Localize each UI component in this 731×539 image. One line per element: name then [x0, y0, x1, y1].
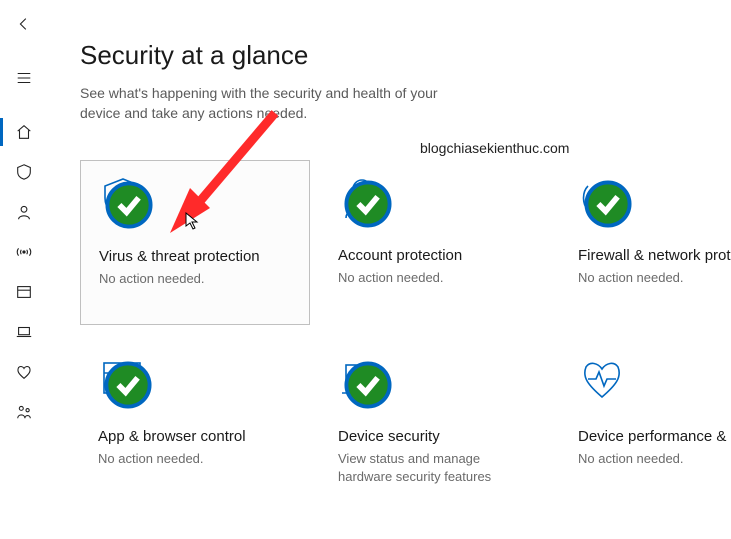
- back-button[interactable]: [4, 4, 44, 44]
- nav-performance[interactable]: [4, 352, 44, 392]
- card-status: View status and manage hardware security…: [338, 450, 532, 485]
- card-title: Firewall & network protection: [578, 246, 731, 266]
- check-badge-icon: [104, 361, 152, 409]
- card-status: No action needed.: [99, 270, 291, 288]
- menu-button[interactable]: [4, 58, 44, 98]
- nav-account[interactable]: [4, 192, 44, 232]
- back-arrow-icon: [15, 15, 33, 33]
- home-icon: [15, 123, 33, 141]
- heart-icon: [15, 363, 33, 381]
- card-title: Virus & threat protection: [99, 247, 291, 267]
- page-title: Security at a glance: [80, 40, 731, 71]
- page-subtitle: See what's happening with the security a…: [80, 83, 480, 124]
- nav-virus[interactable]: [4, 152, 44, 192]
- card-title: Account protection: [338, 246, 532, 266]
- check-badge-icon: [344, 180, 392, 228]
- card-status: No action needed.: [98, 450, 292, 468]
- card-title: Device performance & health: [578, 427, 731, 447]
- laptop-icon: [15, 323, 33, 341]
- sidebar: [0, 0, 48, 539]
- hamburger-icon: [15, 69, 33, 87]
- nav-family[interactable]: [4, 392, 44, 432]
- card-status: No action needed.: [578, 450, 731, 468]
- check-badge-icon: [105, 181, 153, 229]
- nav-home[interactable]: [4, 112, 44, 152]
- card-account-protection[interactable]: Account protection No action needed.: [320, 160, 550, 325]
- watermark-text: blogchiasekienthuc.com: [420, 140, 569, 156]
- card-title: App & browser control: [98, 427, 292, 447]
- nav-device-security[interactable]: [4, 312, 44, 352]
- nav-firewall[interactable]: [4, 232, 44, 272]
- heart-pulse-icon: [578, 355, 626, 403]
- antenna-icon: [15, 243, 33, 261]
- card-virus-threat[interactable]: Virus & threat protection No action need…: [80, 160, 310, 325]
- check-badge-icon: [344, 361, 392, 409]
- card-performance-health[interactable]: Device performance & health No action ne…: [560, 341, 731, 506]
- family-icon: [15, 403, 33, 421]
- person-icon: [15, 203, 33, 221]
- check-badge-icon: [584, 180, 632, 228]
- card-status: No action needed.: [578, 269, 731, 287]
- card-firewall[interactable]: Firewall & network protection No action …: [560, 160, 731, 325]
- window-icon: [15, 283, 33, 301]
- card-grid: Virus & threat protection No action need…: [80, 160, 731, 506]
- shield-icon: [15, 163, 33, 181]
- card-app-browser[interactable]: App & browser control No action needed.: [80, 341, 310, 506]
- card-device-security[interactable]: Device security View status and manage h…: [320, 341, 550, 506]
- card-title: Device security: [338, 427, 532, 447]
- card-status: No action needed.: [338, 269, 532, 287]
- nav-app-browser[interactable]: [4, 272, 44, 312]
- main-content: Security at a glance See what's happenin…: [48, 0, 731, 539]
